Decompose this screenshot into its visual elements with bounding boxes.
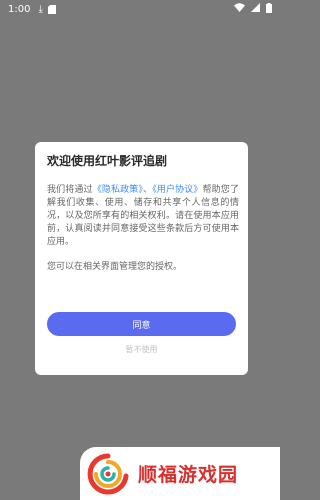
user-agreement-link[interactable]: 《用户协议》: [152, 185, 202, 195]
link-separator: 、: [143, 185, 153, 195]
dialog-policy-text: 我们将通过《隐私政策》、《用户协议》帮助您了解我们收集、使用、储存和共享个人信息…: [47, 184, 239, 249]
dialog-title: 欢迎使用红叶影评追剧: [47, 154, 168, 168]
policy-text-before: 我们将通过: [47, 185, 93, 195]
agree-button[interactable]: 同意: [47, 312, 236, 336]
dialog-body: 我们将通过《隐私政策》、《用户协议》帮助您了解我们收集、使用、储存和共享个人信息…: [47, 184, 239, 274]
sd-card-icon: [47, 4, 56, 14]
privacy-policy-link[interactable]: 《隐私政策》: [93, 185, 143, 195]
privacy-dialog: 欢迎使用红叶影评追剧 我们将通过《隐私政策》、《用户协议》帮助您了解我们收集、使…: [35, 142, 248, 375]
wifi-icon: [234, 3, 245, 15]
decline-button[interactable]: 暂不使用: [47, 344, 236, 358]
brand-watermark: 顺福游戏园: [80, 447, 280, 500]
status-time: 1:00: [8, 3, 31, 15]
status-bar: 1:00 ⤓: [0, 0, 280, 18]
signal-icon: [251, 3, 260, 15]
shunfu-logo-icon: [86, 452, 130, 496]
download-icon: ⤓: [38, 3, 43, 15]
dialog-note: 您可以在相关界面管理您的授权。: [47, 262, 183, 272]
battery-icon: [266, 2, 272, 16]
brand-name: 顺福游戏园: [138, 464, 239, 486]
